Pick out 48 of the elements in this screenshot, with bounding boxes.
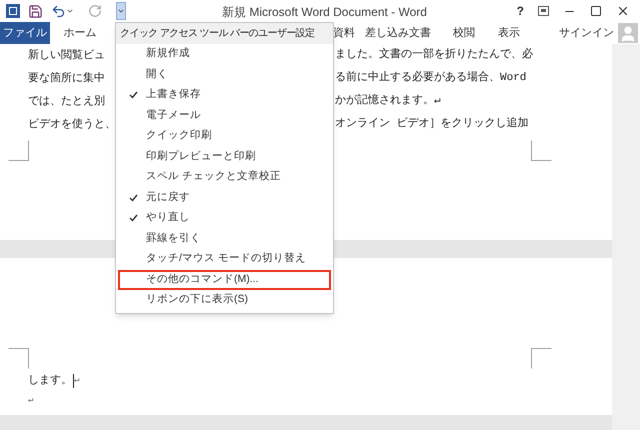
paragraph-mark: ↵ [74, 374, 80, 388]
ribbon-tab[interactable]: 表示 [492, 22, 526, 44]
document-text: かが記憶されます。↵ [335, 93, 441, 110]
help-button[interactable]: ? [516, 2, 524, 20]
corner-mark-icon [8, 348, 29, 369]
document-text: では、たとえ別 [28, 96, 105, 108]
document-text: ました。文書の一部を折りたたんで、必 [335, 47, 533, 64]
menu-item[interactable]: 開く [118, 64, 331, 85]
corner-mark-icon [531, 348, 552, 369]
document-text: 新しい閲覧ビュ [28, 50, 105, 62]
scrollbar[interactable] [612, 44, 640, 430]
document-text: る前に中止する必要がある場合、Word [335, 70, 526, 86]
menu-item[interactable]: スペル チェックと文章校正 [118, 167, 331, 188]
menu-item[interactable]: 電子メール [118, 106, 331, 126]
document-text: オンライン ビデオ］をクリックし追加 [335, 116, 529, 132]
checkmark-icon [128, 214, 138, 222]
caret-icon [117, 7, 125, 15]
document-text: ビデオを使うと、 [28, 119, 116, 132]
menu-item[interactable]: やり直し [118, 208, 331, 228]
menu-item[interactable]: タッチ/マウス モードの切り替え [118, 249, 331, 270]
checkmark-icon [128, 91, 138, 100]
window-title: 新規 Microsoft Word Document - Word [222, 4, 427, 21]
undo-icon[interactable] [51, 4, 74, 18]
document-text: 要な箇所に集中 [28, 73, 105, 86]
save-icon[interactable] [28, 4, 43, 18]
ribbon-tab[interactable]: 校閲 [436, 22, 492, 44]
checkmark-icon [128, 194, 138, 202]
menu-item[interactable]: 上書き保存 [118, 85, 331, 106]
word-logo-icon[interactable] [6, 4, 20, 18]
menu-item[interactable]: クイック印刷 [118, 126, 331, 146]
menu-item[interactable]: 新規作成 [118, 44, 331, 64]
menu-item[interactable]: 印刷プレビューと印刷 [118, 146, 331, 167]
paragraph-mark: ↵ [28, 394, 34, 408]
ribbon-tab[interactable]: ホーム [50, 22, 110, 44]
document-text: します。 [28, 374, 72, 389]
ribbon-display-icon[interactable] [538, 6, 549, 16]
corner-mark-icon [531, 140, 552, 161]
maximize-icon[interactable] [590, 5, 602, 17]
menu-item[interactable]: 罫線を引く [118, 228, 331, 249]
menu-item[interactable]: リボンの下に表示(S) [118, 290, 331, 310]
menu-item[interactable]: その他のコマンド(M)... [118, 270, 331, 290]
corner-mark-icon [8, 140, 29, 161]
menu-item[interactable]: 元に戻す [118, 188, 331, 208]
menu-header: クイック アクセス ツール バーのユーザー設定 [116, 23, 333, 44]
ribbon-tab[interactable]: 差し込み文書 [360, 22, 436, 44]
file-tab[interactable]: ファイル [0, 22, 50, 44]
close-icon[interactable] [616, 4, 630, 18]
sign-in-link[interactable]: サインイン [559, 24, 614, 42]
